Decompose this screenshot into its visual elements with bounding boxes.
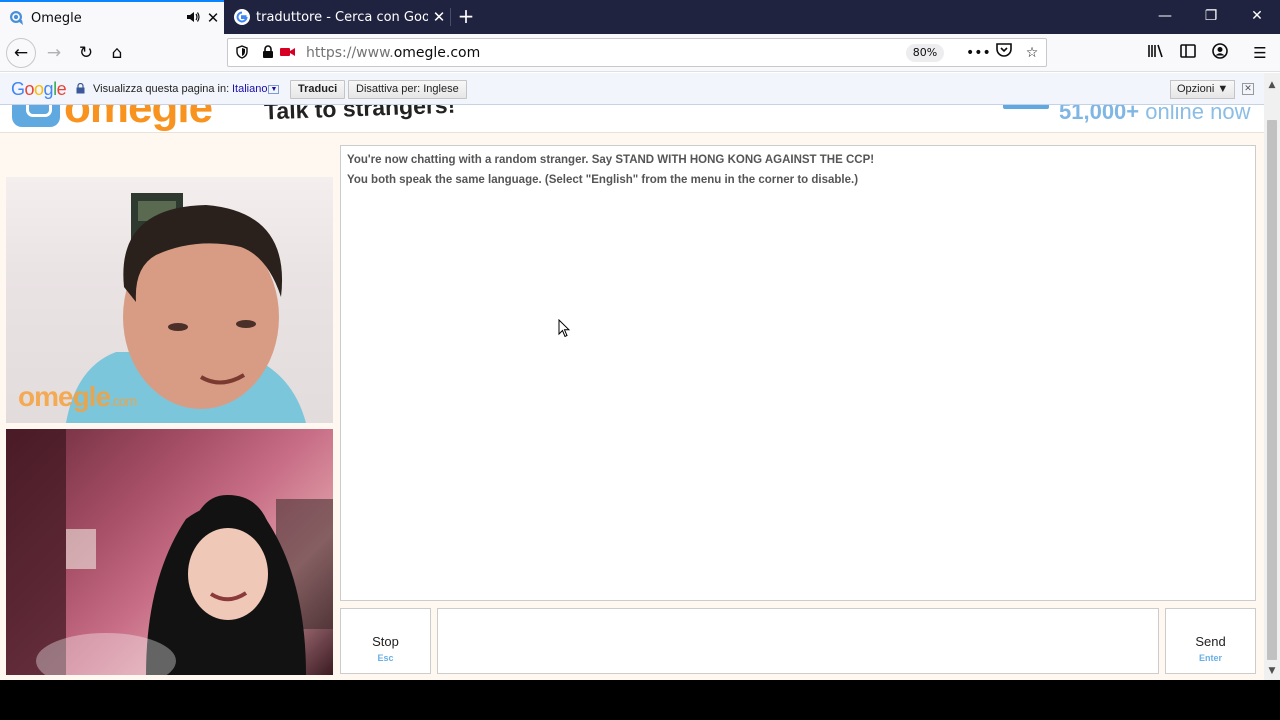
message-input[interactable] bbox=[437, 608, 1159, 674]
language-select[interactable]: Italiano ▼ bbox=[232, 83, 280, 95]
lock-icon[interactable] bbox=[260, 44, 276, 60]
navigation-bar: ← → ↻ ⌂ https://www.omegle.com 80% ••• ☆ bbox=[0, 34, 1280, 72]
library-icon[interactable] bbox=[1146, 43, 1166, 63]
disable-translate-button[interactable]: Disattiva per: Inglese bbox=[348, 80, 467, 99]
back-arrow-icon: ← bbox=[13, 43, 29, 63]
tab-title: traduttore - Cerca con Google bbox=[256, 9, 428, 25]
self-video bbox=[6, 429, 333, 675]
omegle-icon bbox=[9, 10, 25, 26]
home-icon: ⌂ bbox=[111, 43, 123, 63]
bookmark-star-icon[interactable]: ☆ bbox=[1022, 43, 1042, 63]
new-tab-button[interactable]: + bbox=[453, 0, 479, 34]
forward-arrow-icon: → bbox=[46, 43, 62, 63]
send-button[interactable]: Send Enter bbox=[1165, 608, 1256, 674]
stop-button[interactable]: Stop Esc bbox=[340, 608, 431, 674]
online-count: 51,000+ online now bbox=[1059, 105, 1250, 125]
restore-button[interactable]: ❐ bbox=[1188, 0, 1234, 34]
omegle-watermark: omegle.com bbox=[18, 381, 137, 413]
online-badge bbox=[1003, 105, 1049, 109]
omegle-logo[interactable]: omegle bbox=[64, 105, 213, 132]
tab-bar: Omegle ✕ traduttore - Cerca con Google ✕… bbox=[0, 0, 1280, 34]
zoom-indicator[interactable]: 80% bbox=[906, 44, 944, 62]
reload-button[interactable]: ↻ bbox=[72, 39, 100, 67]
omegle-logo-icon[interactable] bbox=[12, 105, 60, 127]
pocket-icon[interactable] bbox=[994, 43, 1014, 63]
tagline: Talk to strangers! bbox=[263, 105, 456, 125]
send-label: Send bbox=[1195, 634, 1226, 649]
options-button[interactable]: Opzioni ▼ bbox=[1170, 80, 1236, 99]
scroll-thumb[interactable] bbox=[1267, 120, 1277, 660]
stranger-video: omegle.com bbox=[6, 177, 333, 423]
browser-window: Omegle ✕ traduttore - Cerca con Google ✕… bbox=[0, 0, 1280, 680]
minimize-button[interactable]: — bbox=[1142, 0, 1188, 34]
translate-bar: Google Visualizza questa pagina in: Ital… bbox=[0, 73, 1266, 105]
send-shortcut: Enter bbox=[1198, 653, 1222, 663]
url-prefix: https://www. bbox=[306, 45, 394, 61]
watermark-suffix: .com bbox=[110, 393, 137, 409]
dropdown-arrow-icon: ▼ bbox=[268, 85, 280, 94]
online-label: online now bbox=[1145, 105, 1251, 124]
forward-button[interactable]: → bbox=[40, 39, 68, 67]
watermark-main: omegle bbox=[18, 381, 111, 412]
tab-omegle[interactable]: Omegle ✕ bbox=[0, 0, 224, 34]
account-icon[interactable] bbox=[1210, 43, 1230, 63]
translate-prompt: Visualizza questa pagina in: bbox=[93, 83, 230, 95]
status-message: You both speak the same language. (Selec… bbox=[347, 174, 859, 186]
tab-title: Omegle bbox=[31, 10, 82, 26]
scroll-up-icon[interactable]: ▲ bbox=[1264, 77, 1280, 93]
google-logo: Google bbox=[11, 79, 67, 99]
online-number: 51,000+ bbox=[1059, 105, 1140, 124]
self-video-frame bbox=[6, 429, 333, 675]
translate-button[interactable]: Traduci bbox=[290, 80, 346, 99]
close-window-button[interactable]: ✕ bbox=[1234, 0, 1280, 34]
language-value: Italiano bbox=[232, 83, 268, 95]
google-icon bbox=[234, 9, 250, 25]
scroll-down-icon[interactable]: ▼ bbox=[1264, 663, 1280, 679]
close-icon[interactable]: ✕ bbox=[1242, 83, 1254, 95]
home-button[interactable]: ⌂ bbox=[103, 39, 131, 67]
address-bar[interactable]: https://www.omegle.com 80% ••• ☆ bbox=[227, 38, 1047, 67]
site-header: omegle Talk to strangers! 51,000+ online… bbox=[0, 105, 1264, 133]
reload-icon: ↻ bbox=[78, 43, 94, 63]
menu-icon[interactable]: ☰ bbox=[1250, 43, 1270, 63]
close-icon[interactable]: ✕ bbox=[202, 9, 224, 27]
sidebar-icon[interactable] bbox=[1178, 43, 1198, 63]
stop-shortcut: Esc bbox=[377, 653, 394, 663]
camera-icon[interactable] bbox=[280, 44, 296, 60]
back-button[interactable]: ← bbox=[6, 38, 36, 68]
taskbar bbox=[0, 680, 1280, 720]
shield-icon[interactable] bbox=[234, 44, 250, 60]
omegle-page: omegle Talk to strangers! 51,000+ online… bbox=[0, 105, 1264, 680]
mouse-cursor-icon bbox=[558, 318, 571, 342]
page-actions-icon[interactable]: ••• bbox=[966, 43, 991, 63]
tab-separator bbox=[450, 8, 451, 26]
lock-icon bbox=[76, 82, 85, 97]
tab-google-search[interactable]: traduttore - Cerca con Google ✕ bbox=[225, 0, 450, 34]
url-text[interactable]: https://www.omegle.com bbox=[306, 45, 480, 61]
status-message: You're now chatting with a random strang… bbox=[347, 154, 875, 166]
url-domain: omegle.com bbox=[393, 45, 481, 61]
speaker-icon[interactable] bbox=[184, 11, 202, 26]
stop-label: Stop bbox=[372, 634, 399, 649]
page-scrollbar[interactable]: ▲ ▼ bbox=[1264, 73, 1280, 680]
chat-log: You're now chatting with a random strang… bbox=[340, 145, 1256, 601]
close-icon[interactable]: ✕ bbox=[428, 8, 450, 26]
